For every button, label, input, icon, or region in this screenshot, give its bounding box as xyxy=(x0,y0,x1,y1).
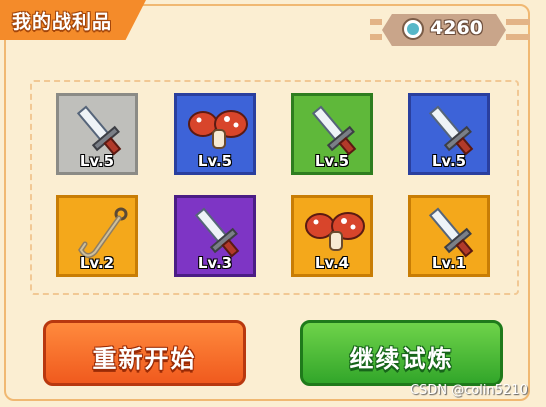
watermark: CSDN @colin5210 xyxy=(410,383,528,398)
title-tab: 我的战利品 xyxy=(0,0,146,40)
stripe-right-2 xyxy=(506,34,530,40)
restart-button[interactable]: 重新开始 xyxy=(43,320,246,386)
loot-slot-3[interactable]: Lv.5 xyxy=(291,93,373,175)
currency-value: 4260 xyxy=(430,17,483,39)
loot-slot-1[interactable]: Lv.5 xyxy=(56,93,138,175)
loot-slot-5[interactable]: Lv.2 xyxy=(56,195,138,277)
item-level: Lv.1 xyxy=(431,254,467,272)
loot-slot-4[interactable]: Lv.5 xyxy=(408,93,490,175)
continue-button[interactable]: 继续试炼 xyxy=(300,320,503,386)
page-title: 我的战利品 xyxy=(12,11,113,33)
item-level: Lv.4 xyxy=(314,254,350,272)
item-level: Lv.5 xyxy=(79,152,115,170)
item-level: Lv.5 xyxy=(314,152,350,170)
loot-slot-6[interactable]: Lv.3 xyxy=(174,195,256,277)
stripe-left xyxy=(370,19,382,25)
restart-button-label: 重新开始 xyxy=(92,345,197,373)
stripe-left-2 xyxy=(370,34,382,40)
continue-button-label: 继续试炼 xyxy=(349,345,454,373)
coin-icon xyxy=(402,18,424,40)
item-level: Lv.2 xyxy=(79,254,115,272)
loot-slot-8[interactable]: Lv.1 xyxy=(408,195,490,277)
stripe-right xyxy=(506,19,530,25)
item-level: Lv.5 xyxy=(431,152,467,170)
loot-slot-7[interactable]: Lv.4 xyxy=(291,195,373,277)
item-level: Lv.3 xyxy=(197,254,233,272)
loot-panel: 我的战利品 4260 Lv.5 Lv.5 Lv.5 Lv.5 Lv.2 Lv.3… xyxy=(0,0,546,407)
loot-slot-2[interactable]: Lv.5 xyxy=(174,93,256,175)
item-level: Lv.5 xyxy=(197,152,233,170)
